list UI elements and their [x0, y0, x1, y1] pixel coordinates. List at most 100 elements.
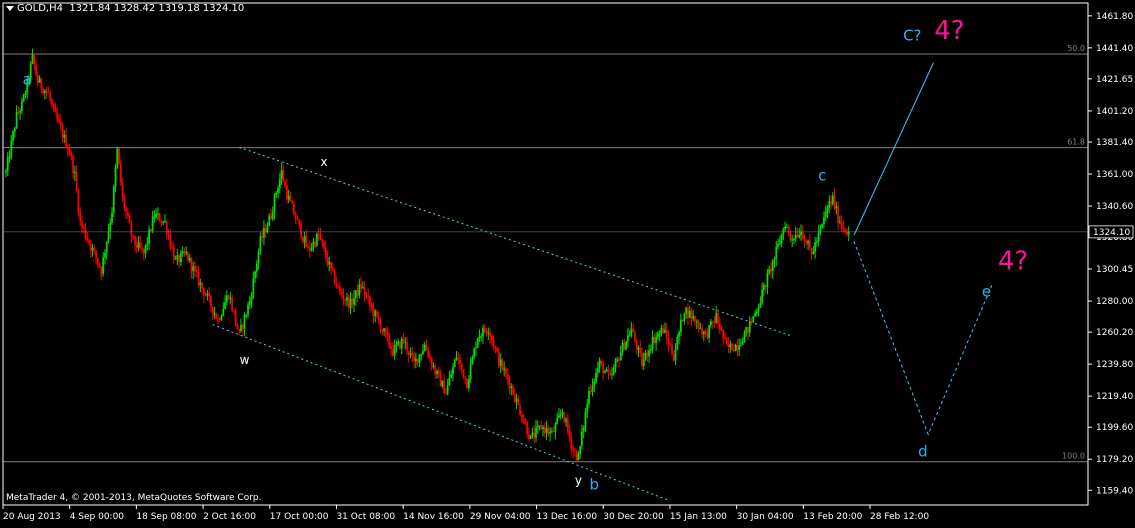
candle-body [280, 170, 283, 179]
candle-body [664, 329, 666, 333]
candle-body [826, 207, 829, 212]
candle-body [575, 451, 578, 461]
candle-body [59, 122, 62, 127]
candle-body [135, 244, 138, 248]
candle-body [505, 368, 507, 374]
candle-body [96, 258, 99, 264]
candle-body [476, 338, 479, 348]
candle-body [107, 231, 110, 242]
candle-body [282, 170, 285, 182]
candle-body [752, 315, 755, 322]
candle-body [98, 263, 101, 267]
candle-body [238, 329, 241, 332]
candle-body [798, 235, 801, 238]
candle-body [284, 181, 287, 186]
candle-body [337, 285, 340, 287]
time-tick-label: 13 Dec 16:00 [537, 512, 598, 522]
candle-body [847, 231, 850, 235]
candle-body [217, 318, 219, 320]
candle-body [413, 355, 415, 362]
candle-body [89, 243, 92, 251]
candle-body [271, 212, 274, 219]
candle-body [819, 227, 822, 232]
candle-body [259, 236, 262, 252]
candle-body [687, 307, 689, 318]
price-tick-label: 1260.20 [1096, 328, 1133, 338]
candle-body [321, 238, 324, 243]
candle-body [139, 242, 142, 248]
candle-body [335, 283, 338, 286]
candle-body [679, 319, 682, 333]
candle-body [437, 370, 440, 374]
dropdown-triangle-icon[interactable] [6, 5, 14, 11]
candle-body [241, 325, 244, 329]
wave-label-d: d [918, 442, 928, 460]
candle-body [414, 358, 417, 362]
candle-body [174, 258, 177, 260]
candle-body [243, 315, 246, 329]
candle-body [63, 134, 66, 138]
candle-body [317, 233, 320, 235]
wave-projections [853, 62, 993, 436]
candle-body [58, 119, 60, 123]
candle-body [718, 322, 721, 330]
candle-body [584, 412, 587, 428]
candle-body [6, 157, 9, 171]
candle-body [725, 338, 728, 345]
candle-body [88, 240, 90, 244]
candle-body [581, 431, 583, 446]
candle-body [807, 240, 809, 244]
candle-body [706, 332, 709, 338]
price-tick-label: 1159.40 [1096, 486, 1133, 496]
candle-body [277, 188, 279, 193]
candle-body [717, 313, 719, 323]
candle-body [128, 215, 131, 224]
candle-body [441, 380, 444, 387]
candle-body [102, 257, 105, 274]
candle-body [667, 337, 670, 345]
candle-body [688, 311, 691, 318]
candle-body [814, 242, 817, 253]
candle-body [19, 111, 22, 113]
candle-body [824, 211, 827, 218]
candle-body [308, 247, 311, 251]
candle-body [47, 92, 50, 94]
candle-body [528, 434, 530, 440]
candle-body [816, 241, 818, 243]
candle-body [204, 295, 207, 297]
candle-body [430, 358, 433, 367]
candle-body [263, 227, 265, 238]
candle-body [593, 381, 596, 386]
candle-body [24, 93, 27, 95]
candle-body [386, 332, 389, 336]
candle-body [333, 269, 336, 284]
candle-body [51, 99, 53, 105]
candle-body [369, 296, 371, 305]
candle-body [254, 271, 256, 279]
candle-body [429, 356, 431, 359]
candle-body [830, 201, 832, 204]
candle-body [658, 333, 661, 335]
candle-body [240, 325, 242, 332]
candle-body [551, 431, 553, 433]
candle-body [646, 352, 649, 357]
candle-body [436, 370, 438, 375]
candle-body [662, 327, 665, 333]
price-tick-label: 1239.80 [1096, 360, 1133, 370]
candle-body [178, 255, 181, 263]
ohlc-values: 1321.84 1328.42 1319.18 1324.10 [69, 3, 245, 14]
candle-body [513, 394, 516, 402]
candle-body [109, 222, 112, 232]
chart-root[interactable]: GOLD,H4 1321.84 1328.42 1319.18 1324.10 … [0, 0, 1135, 524]
candle-body [649, 349, 652, 351]
candle-body [618, 358, 620, 361]
candle-body [596, 368, 599, 373]
price-chart[interactable]: 50.0 61.8 100.0 a x w y b c C? 4? d e 4? 1461.80 1441… [0, 0, 1135, 524]
candle-body [425, 344, 428, 351]
candle-body [579, 445, 582, 455]
candle-body [188, 257, 191, 261]
candle-body [501, 359, 504, 370]
candle-body [354, 290, 357, 299]
candle-body [358, 284, 361, 296]
trend-channel [212, 146, 791, 501]
